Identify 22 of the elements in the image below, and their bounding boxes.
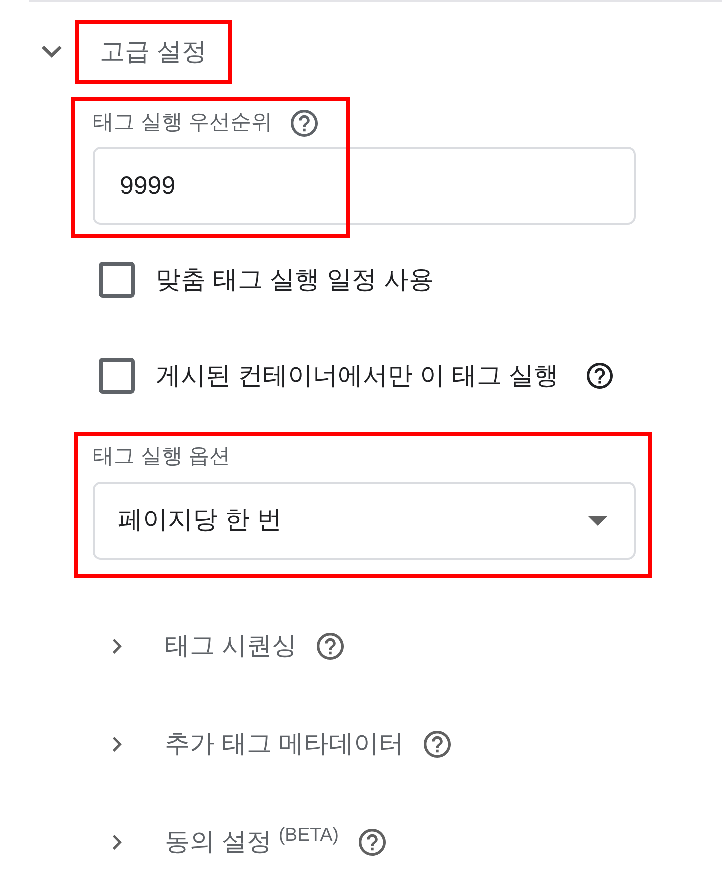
- help-icon[interactable]: [316, 632, 344, 660]
- help-icon[interactable]: [586, 363, 613, 389]
- subsection-title[interactable]: 동의 설정 $^{(BETA)}$: [165, 826, 339, 858]
- chevron-right-icon[interactable]: [112, 638, 122, 654]
- checkbox[interactable]: [99, 358, 135, 394]
- dropdown[interactable]: 페이지당 한 번: [93, 482, 636, 560]
- chevron-down-icon[interactable]: [42, 46, 62, 58]
- field-label: 태그 실행 옵션: [93, 444, 232, 470]
- help-icon[interactable]: [424, 730, 451, 758]
- subsection-title[interactable]: 태그 시퀀싱: [165, 630, 297, 662]
- priority-input[interactable]: 9999: [93, 147, 636, 225]
- section-title[interactable]: 고급 설정: [100, 36, 207, 68]
- chevron-right-icon[interactable]: [112, 834, 122, 850]
- caret-icon: [588, 516, 608, 526]
- chevron-right-icon[interactable]: [112, 736, 122, 752]
- checkbox-label[interactable]: 게시된 컨테이너에서만 이 태그 실행: [156, 360, 559, 392]
- subsection-title[interactable]: 추가 태그 메타데이터: [165, 728, 404, 760]
- field-label: 태그 실행 우선순위: [93, 110, 273, 136]
- help-icon[interactable]: [358, 828, 386, 856]
- checkbox[interactable]: [99, 262, 135, 298]
- checkbox-label[interactable]: 맞춤 태그 실행 일정 사용: [156, 264, 434, 296]
- help-icon[interactable]: [290, 110, 318, 136]
